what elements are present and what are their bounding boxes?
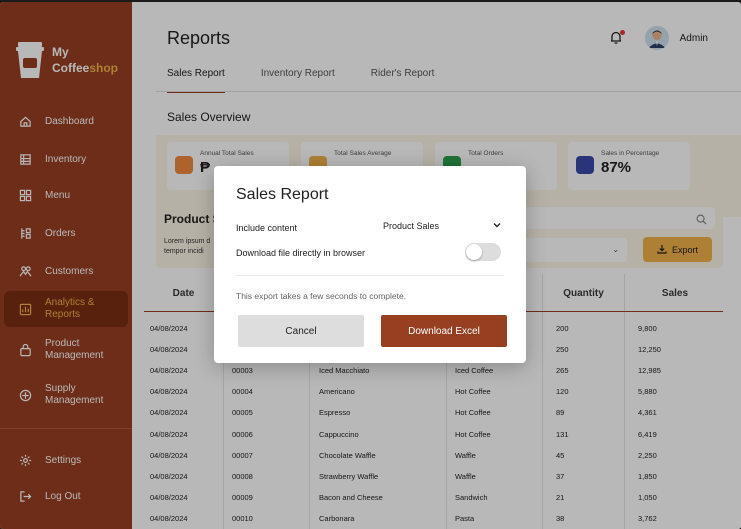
include-content-select[interactable]: Product Sales: [383, 221, 501, 231]
sales-report-dialog: Sales Report Include content Product Sal…: [214, 166, 526, 363]
download-direct-label: Download file directly in browser: [236, 248, 366, 258]
download-direct-toggle[interactable]: [465, 243, 501, 261]
include-content-label: Include content: [236, 223, 298, 233]
download-excel-button[interactable]: Download Excel: [381, 315, 507, 347]
export-note: This export takes a few seconds to compl…: [236, 291, 407, 301]
cancel-button[interactable]: Cancel: [238, 315, 364, 347]
dialog-title: Sales Report: [236, 186, 329, 203]
dialog-divider: [236, 275, 504, 276]
app-window: My Coffeeshop Dashboard Inventory Menu O…: [0, 2, 741, 529]
chevron-down-icon: [493, 220, 501, 230]
toggle-knob: [466, 244, 482, 260]
include-content-value: Product Sales: [383, 221, 440, 231]
